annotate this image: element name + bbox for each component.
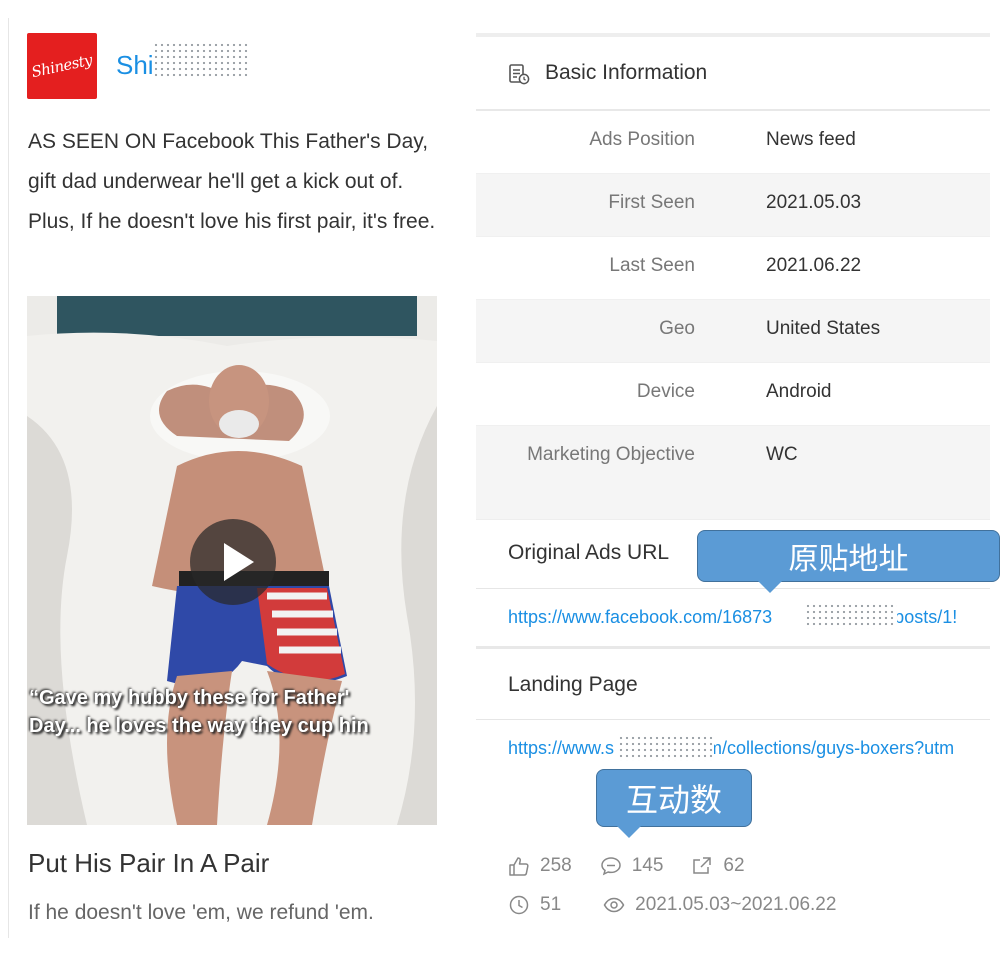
document-clock-icon	[509, 64, 530, 85]
info-label: Marketing Objective	[527, 444, 695, 465]
advertiser-logo[interactable]: Shinesty	[27, 33, 97, 99]
redaction-mask	[805, 603, 897, 629]
info-value: Android	[766, 381, 832, 402]
logo-script: Shinesty	[30, 50, 94, 82]
info-row-last-seen: Last Seen 2021.06.22	[476, 237, 990, 300]
landing-page-title: Landing Page	[508, 673, 638, 696]
shares-count: 62	[723, 855, 745, 876]
url-text-start: https://www.s	[508, 738, 615, 758]
info-value: 2021.05.03	[766, 192, 862, 213]
play-button[interactable]	[190, 519, 276, 605]
info-value: United States	[766, 318, 881, 339]
clock-icon	[509, 895, 529, 915]
comment-icon	[600, 857, 621, 876]
info-value: News feed	[766, 129, 856, 150]
comments-stat: 145	[600, 855, 664, 877]
original-ads-url-title: Original Ads URL	[508, 541, 670, 564]
engagement-stats: 258 145 62	[508, 855, 773, 877]
info-row-ads-position: Ads Position News feed	[476, 111, 990, 174]
info-value: WC	[766, 444, 798, 465]
duration-stats: 51 2021.05.03~2021.06.22	[508, 894, 864, 916]
callout-original-url-text: 原贴地址	[788, 542, 909, 577]
divider	[476, 646, 990, 649]
advertiser-name[interactable]: Shi	[116, 50, 154, 81]
info-label: Geo	[659, 318, 695, 339]
ad-description: If he doesn't love 'em, we refund 'em.	[28, 901, 374, 924]
divider	[476, 588, 990, 589]
url-text-start: https://www.facebook.com/16873	[508, 607, 773, 627]
info-label: Device	[636, 381, 695, 402]
basic-info-title: Basic Information	[545, 61, 708, 84]
redaction-mask	[618, 735, 714, 761]
callout-tail	[617, 826, 641, 838]
eye-icon	[603, 897, 625, 913]
comments-count: 145	[631, 855, 664, 876]
basic-info-header: Basic Information	[476, 37, 990, 111]
basic-info-table: Ads Position News feed First Seen 2021.0…	[476, 111, 990, 489]
url-text-end: m/collections/guys-boxers?utm	[707, 738, 955, 758]
callout-original-url: 原贴地址	[697, 530, 1000, 593]
info-label: Ads Position	[589, 129, 695, 150]
duration-days: 51	[540, 894, 562, 915]
caption-line-2: Day... he loves the way they cup hin	[29, 715, 369, 737]
callout-tail	[758, 581, 782, 593]
ad-headline: Put His Pair In A Pair	[28, 848, 270, 878]
video-thumbnail[interactable]: “Gave my hubby these for Father' Day... …	[27, 296, 437, 825]
info-row-device: Device Android	[476, 363, 990, 426]
table-spacer-row	[476, 483, 990, 520]
video-caption: “Gave my hubby these for Father' Day... …	[29, 684, 437, 740]
ad-body-text: AS SEEN ON Facebook This Father's Day, g…	[28, 130, 436, 233]
original-ads-url-link[interactable]: https://www.facebook.com/16873 23/posts/1…	[508, 607, 992, 628]
caption-line-1: “Gave my hubby these for Father'	[29, 687, 350, 709]
card-border	[8, 18, 9, 938]
callout-engagement-text: 互动数	[625, 781, 722, 819]
duration-stat: 51	[508, 894, 561, 916]
info-row-geo: Geo United States	[476, 300, 990, 363]
info-row-first-seen: First Seen 2021.05.03	[476, 174, 990, 237]
divider	[476, 719, 990, 720]
callout-engagement: 互动数	[596, 769, 752, 838]
info-label: First Seen	[608, 192, 695, 213]
likes-count: 258	[540, 855, 572, 876]
thumbs-up-icon	[509, 857, 529, 876]
date-range-stat: 2021.05.03~2021.06.22	[603, 894, 836, 916]
redaction-mask	[153, 42, 249, 78]
likes-stat: 258	[508, 855, 572, 877]
date-range: 2021.05.03~2021.06.22	[635, 894, 837, 915]
shares-stat: 62	[691, 855, 745, 877]
share-icon	[693, 857, 712, 874]
landing-page-link[interactable]: https://www.s m/collections/guys-boxers?u…	[508, 738, 992, 759]
info-value: 2021.06.22	[766, 255, 862, 276]
info-label: Last Seen	[609, 255, 695, 276]
info-row-marketing-objective: Marketing Objective WC	[476, 426, 990, 489]
